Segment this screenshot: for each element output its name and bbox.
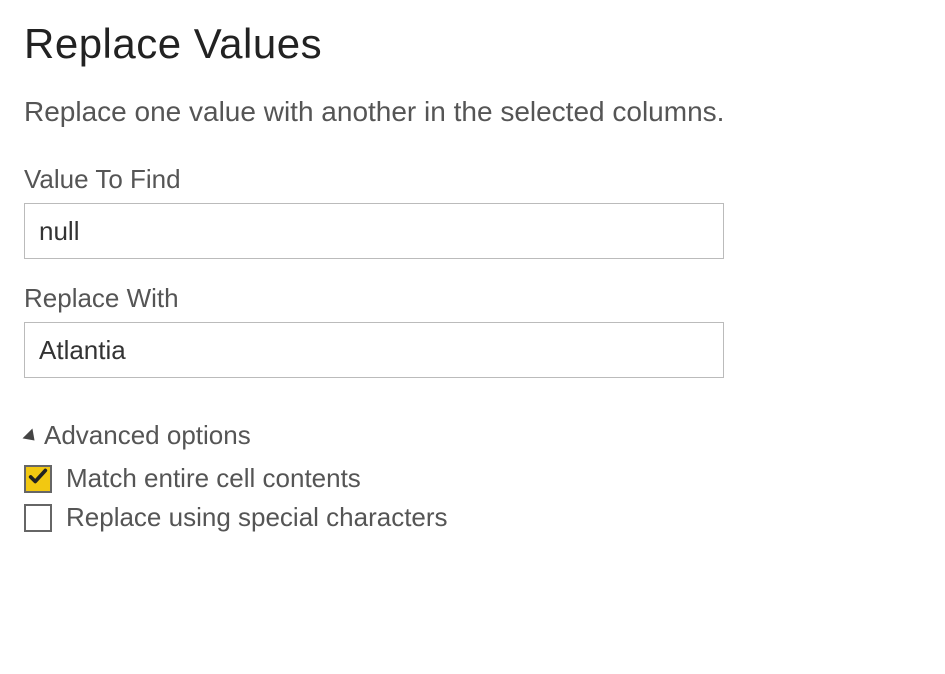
replace-with-label: Replace With — [24, 283, 921, 314]
advanced-options-section: Advanced options Match entire cell conte… — [24, 420, 921, 533]
match-entire-checkbox-row[interactable]: Match entire cell contents — [24, 463, 921, 494]
match-entire-label: Match entire cell contents — [66, 463, 361, 494]
special-chars-checkbox[interactable] — [24, 504, 52, 532]
replace-with-input[interactable] — [24, 322, 724, 378]
value-to-find-label: Value To Find — [24, 164, 921, 195]
match-entire-checkbox[interactable] — [24, 465, 52, 493]
special-chars-checkbox-row[interactable]: Replace using special characters — [24, 502, 921, 533]
replace-with-group: Replace With — [24, 283, 921, 378]
special-chars-label: Replace using special characters — [66, 502, 448, 533]
dialog-description: Replace one value with another in the se… — [24, 96, 921, 128]
value-to-find-group: Value To Find — [24, 164, 921, 259]
value-to-find-input[interactable] — [24, 203, 724, 259]
expand-collapse-icon — [23, 428, 40, 445]
checkmark-icon — [27, 465, 49, 492]
advanced-options-toggle[interactable]: Advanced options — [24, 420, 921, 451]
dialog-title: Replace Values — [24, 20, 921, 68]
advanced-options-label: Advanced options — [44, 420, 251, 451]
